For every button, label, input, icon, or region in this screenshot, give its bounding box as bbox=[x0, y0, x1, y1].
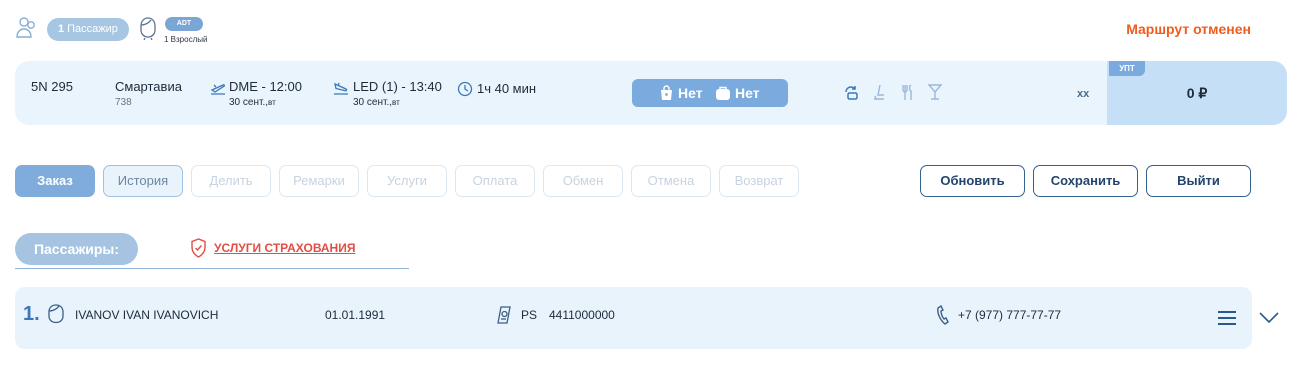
flight-duration: 1ч 40 мин bbox=[477, 81, 537, 96]
departure-date-value: 30 сент., bbox=[229, 97, 269, 108]
passengers-icon bbox=[16, 17, 35, 38]
flight-segment-card[interactable]: 5N 295 Смартавиа 738 DME - 12:00 30 сент… bbox=[15, 61, 1287, 125]
clock-icon bbox=[457, 81, 473, 97]
hand-luggage: Нет bbox=[715, 85, 760, 101]
departure-date: 30 сент.,вт bbox=[229, 97, 276, 108]
menu-icon[interactable] bbox=[1218, 311, 1236, 325]
price-block: УПТ 0 ₽ bbox=[1107, 61, 1287, 125]
passenger-name: IVANOV IVAN IVANOVICH bbox=[75, 308, 219, 322]
drink-icon bbox=[927, 84, 943, 100]
pax-type-badge: ADT bbox=[165, 17, 203, 31]
tab-split[interactable]: Делить bbox=[191, 165, 271, 197]
pax-type-description: 1 Взрослый bbox=[164, 35, 208, 44]
tab-exchange[interactable]: Обмен bbox=[543, 165, 623, 197]
adult-face-icon bbox=[140, 17, 156, 40]
tab-payment[interactable]: Оплата bbox=[455, 165, 535, 197]
insurance-services-link[interactable]: УСЛУГИ СТРАХОВАНИЯ bbox=[214, 241, 355, 255]
tab-order[interactable]: Заказ bbox=[15, 165, 95, 197]
route-status: Маршрут отменен bbox=[1126, 21, 1251, 37]
seat-icon bbox=[874, 84, 884, 100]
tab-history[interactable]: История bbox=[103, 165, 183, 197]
hand-luggage-value: Нет bbox=[735, 85, 760, 101]
passenger-face-icon bbox=[48, 304, 64, 324]
baggage-allowance[interactable]: Нет Нет bbox=[632, 79, 788, 107]
shield-check-icon bbox=[191, 238, 206, 258]
luggage-icon bbox=[716, 86, 730, 100]
takeoff-icon bbox=[210, 84, 226, 95]
checked-baggage: Нет bbox=[659, 85, 703, 101]
checked-baggage-value: Нет bbox=[678, 85, 703, 101]
passenger-phone: +7 (977) 777-77-77 bbox=[958, 308, 1062, 322]
meal-icon bbox=[902, 84, 912, 100]
tab-remarks[interactable]: Ремарки bbox=[279, 165, 359, 197]
total-price: 0 ₽ bbox=[1186, 85, 1208, 101]
departure-weekday: вт bbox=[268, 98, 276, 107]
passenger-count-badge: 1 Пассажир bbox=[47, 18, 129, 41]
phone-icon bbox=[937, 304, 949, 325]
passengers-section-title: Пассажиры: bbox=[15, 233, 138, 265]
departure-airport-time: DME - 12:00 bbox=[229, 79, 302, 94]
flight-number: 5N 295 bbox=[31, 79, 73, 94]
landing-icon bbox=[334, 82, 348, 95]
tab-services[interactable]: Услуги bbox=[367, 165, 447, 197]
passenger-row[interactable]: 1. IVANOV IVAN IVANOVICH 01.01.1991 PS 4… bbox=[15, 287, 1252, 349]
arrival-airport-time: LED (1) - 13:40 bbox=[353, 79, 442, 94]
passenger-count: 1 bbox=[58, 23, 65, 35]
arrival-date-value: 30 сент., bbox=[353, 97, 393, 108]
arrival-date: 30 сент.,вт bbox=[353, 97, 400, 108]
chevron-down-icon[interactable] bbox=[1259, 312, 1279, 324]
passenger-count-label: Пассажир bbox=[67, 23, 118, 35]
document-number: 4411000000 bbox=[549, 308, 615, 322]
exit-button[interactable]: Выйти bbox=[1146, 165, 1251, 197]
document-type: PS bbox=[521, 308, 538, 322]
tab-refund[interactable]: Возврат bbox=[719, 165, 799, 197]
passport-icon bbox=[497, 306, 511, 324]
passenger-index: 1. bbox=[23, 303, 40, 325]
passenger-birth-date: 01.01.1991 bbox=[325, 308, 386, 322]
tab-cancel[interactable]: Отмена bbox=[631, 165, 711, 197]
aircraft-type: 738 bbox=[115, 97, 132, 108]
fare-tag: УПТ bbox=[1109, 61, 1145, 76]
refund-icon bbox=[845, 86, 858, 100]
passengers-section-divider bbox=[15, 268, 409, 269]
save-button[interactable]: Сохранить bbox=[1033, 165, 1138, 197]
airline-name: Смартавиа bbox=[115, 79, 182, 94]
arrival-weekday: вт bbox=[392, 98, 400, 107]
refresh-button[interactable]: Обновить bbox=[920, 165, 1025, 197]
order-header: 1 Пассажир ADT 1 Взрослый Маршрут отменен bbox=[15, 14, 1285, 48]
bag-icon bbox=[661, 85, 672, 100]
fare-code: xx bbox=[1077, 88, 1090, 100]
